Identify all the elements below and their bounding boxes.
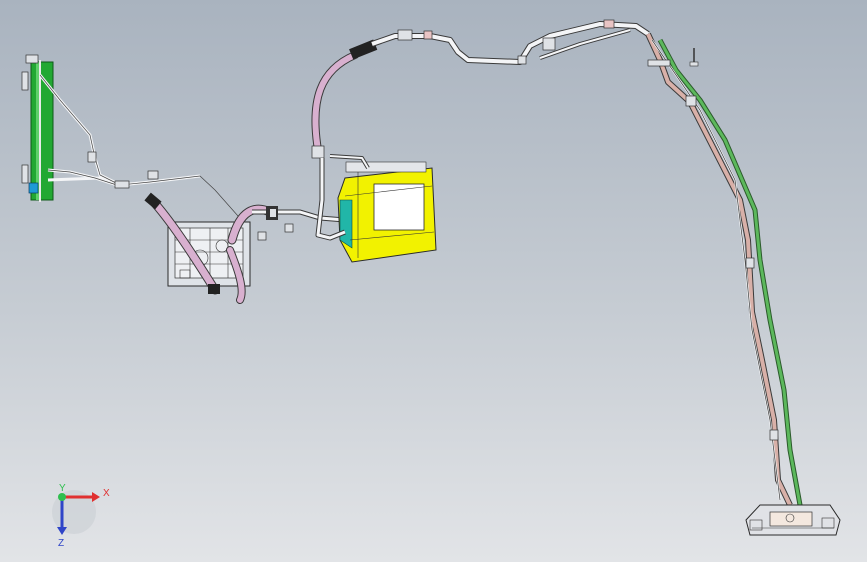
x-axis-label: X	[103, 488, 110, 499]
rear-liquid-line	[645, 32, 793, 507]
y-axis-dot	[58, 493, 66, 501]
axis-triad: X Y Z	[52, 483, 110, 549]
cad-viewport[interactable]: X Y Z	[0, 0, 867, 562]
condenser-lines	[38, 74, 201, 188]
rear-green-line	[657, 38, 803, 506]
y-axis-label: Y	[59, 483, 66, 494]
hvac-unit-icon[interactable]	[337, 161, 437, 263]
z-axis-label: Z	[58, 538, 64, 549]
rear-evaporator-icon[interactable]	[745, 504, 841, 536]
ac-piping-assembly[interactable]: X Y Z	[0, 0, 867, 562]
